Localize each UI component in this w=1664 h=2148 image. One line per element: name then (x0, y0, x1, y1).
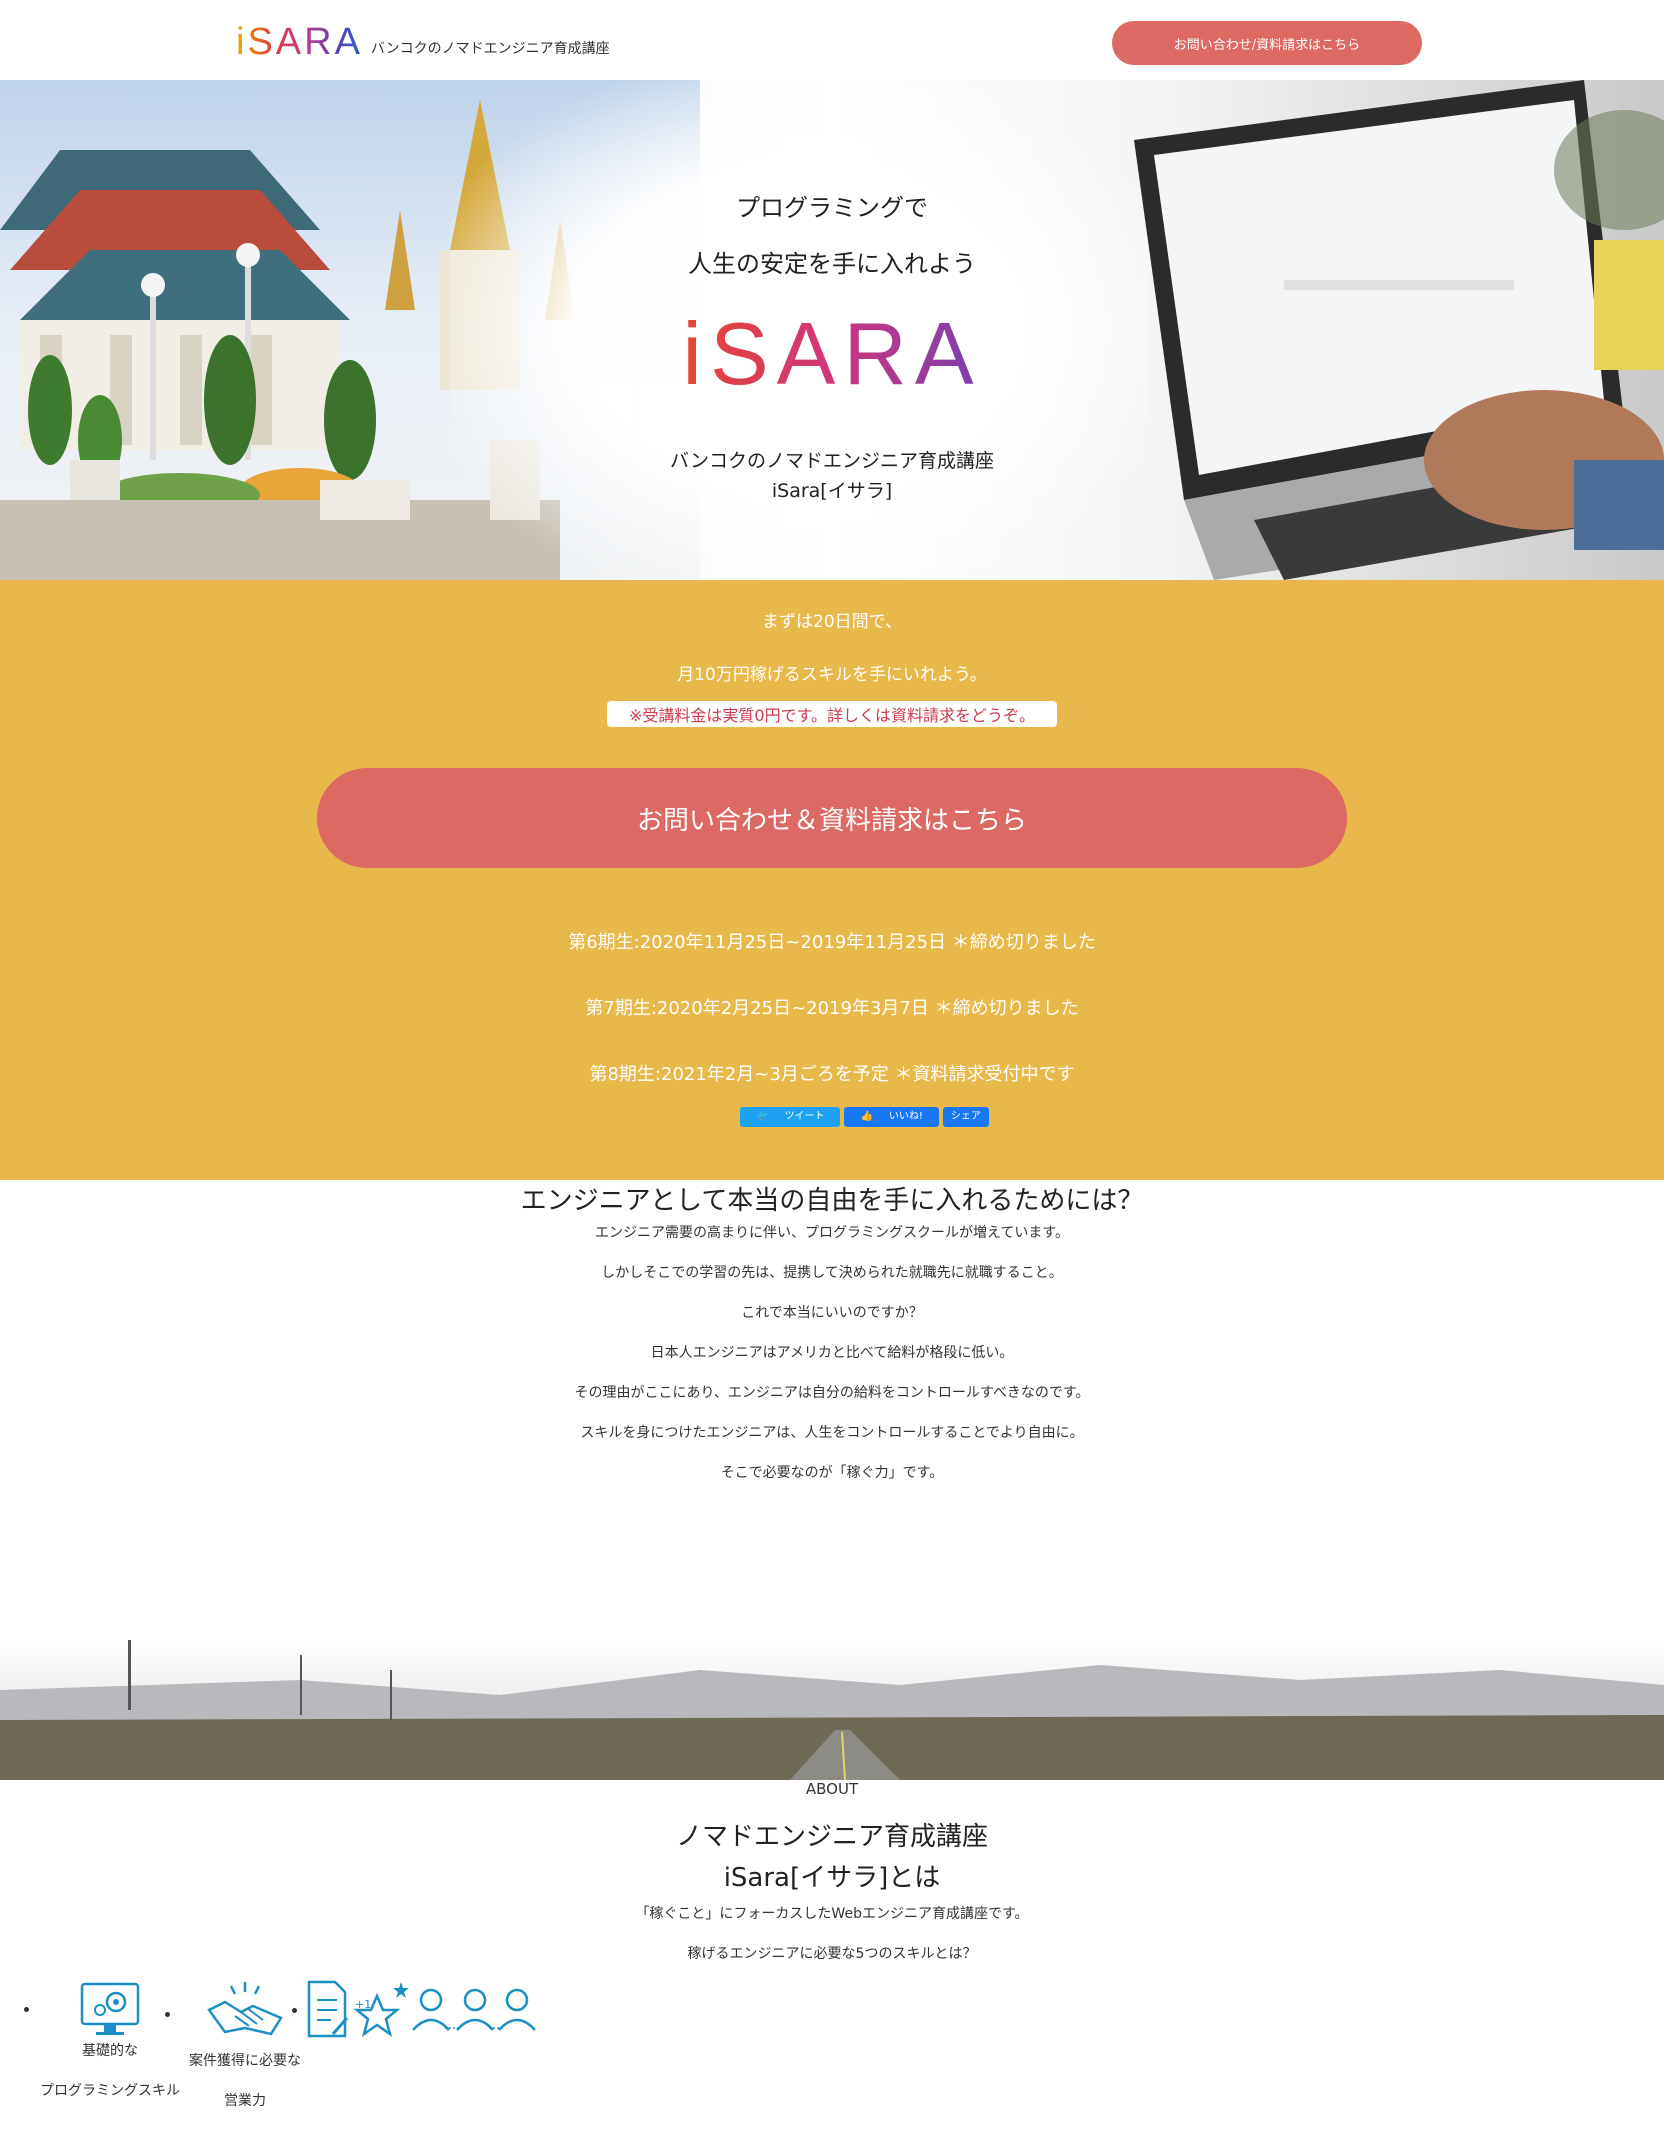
price-note-badge: ※受講料金は実質0円です。詳しくは資料請求をどうぞ。 (607, 701, 1057, 727)
site-header: iSARA バンコクのノマドエンジニア育成講座 お問い合わせ/資料請求はこちら (0, 0, 1664, 80)
handshake-icon (207, 1982, 283, 2036)
hero-copy: プログラミングで 人生の安定を手に入れよう iSARA バンコクのノマドエンジニ… (532, 180, 1132, 506)
freedom-paragraph: しかしそこでの学習の先は、提携して決められた就職先に就職すること。 (601, 1265, 1063, 1281)
skill-caption-line-2: プログラミングスキル (40, 2083, 180, 2099)
monitor-gear-icon (80, 1982, 140, 2035)
hero-heading-line-2: 人生の安定を手に入れよう (688, 250, 976, 278)
band-line-2: 月10万円稼げるスキルを手にいれよう。 (677, 665, 987, 685)
freedom-paragraph: スキルを身につけたエンジニアは、人生をコントロールすることでより自由に。 (580, 1425, 1084, 1441)
about-paragraph: 「稼ぐこと」にフォーカスしたWebエンジニア育成講座です。 (635, 1906, 1029, 1922)
hero-heading-line-1: プログラミングで (736, 194, 928, 222)
hero-section: プログラミングで 人生の安定を手に入れよう iSARA バンコクのノマドエンジニ… (0, 80, 1664, 580)
social-buttons: 🐦 ツイート 👍 いいね! シェア (740, 1107, 989, 1127)
cohort-8: 第8期生:2021年2月~3月ごろを予定 ＊資料請求受付中です (589, 1064, 1075, 1085)
freedom-paragraph: 日本人エンジニアはアメリカと比べて給料が格段に低い。 (650, 1345, 1014, 1361)
list-bullet (165, 2012, 170, 2017)
header-contact-button[interactable]: お問い合わせ/資料請求はこちら (1112, 21, 1422, 65)
hero-sub-line-1: バンコクのノマドエンジニア育成講座 (670, 450, 994, 472)
hero-logo: iSARA (532, 306, 1132, 402)
facebook-like-button[interactable]: 👍 いいね! (844, 1107, 939, 1127)
about-title-line-1: ノマドエンジニア育成講座 (675, 1822, 988, 1852)
landing-page: iSARA バンコクのノマドエンジニア育成講座 お問い合わせ/資料請求はこちら (0, 0, 1664, 2148)
skill-caption-line-2: 営業力 (224, 2093, 266, 2109)
hero-sub-line-2: iSara[イサラ] (771, 480, 893, 502)
freedom-paragraph: これで本当にいいのですか？ (741, 1305, 923, 1321)
freedom-paragraph: エンジニア需要の高まりに伴い、プログラミングスクールが増えています。 (595, 1225, 1069, 1241)
cohort-6: 第6期生:2020年11月25日~2019年11月25日 ＊締め切りました (568, 932, 1096, 953)
list-bullet (24, 2007, 29, 2012)
about-paragraph: 稼げるエンジニアに必要な5つのスキルとは？ (687, 1946, 977, 1962)
facebook-share-button[interactable]: シェア (942, 1107, 989, 1127)
skill-caption-line-1: 基礎的な (82, 2043, 138, 2059)
band-line-1: まずは20日間で、 (762, 612, 902, 632)
svg-text:+1: +1 (355, 1998, 371, 2011)
road-landscape-image (0, 1640, 1664, 1780)
about-label: ABOUT (805, 1780, 859, 1798)
main-contact-button[interactable]: お問い合わせ＆資料請求はこちら (317, 768, 1347, 868)
site-logo[interactable]: iSARA バンコクのノマドエンジニア育成講座 (236, 22, 610, 62)
about-title-line-2: iSara[イサラ]とは (723, 1863, 941, 1893)
tweet-button[interactable]: 🐦 ツイート (740, 1107, 841, 1127)
cohort-7: 第7期生:2020年2月25日~2019年3月7日 ＊締め切りました (585, 998, 1079, 1019)
list-bullet (292, 2008, 297, 2013)
freedom-paragraph: その理由がここにあり、エンジニアは自分の給料をコントロールすべきなのです。 (574, 1385, 1090, 1401)
logo-tagline: バンコクのノマドエンジニア育成講座 (370, 41, 610, 57)
document-star-people-icon: +1 (307, 1980, 536, 2038)
twitter-bird-icon: 🐦 (756, 1111, 769, 1122)
freedom-paragraph: そこで必要なのが「稼ぐ力」です。 (720, 1465, 944, 1481)
skill-caption-line-1: 案件獲得に必要な (189, 2053, 301, 2069)
logo-mark: iSARA (236, 21, 363, 63)
cta-band: まずは20日間で、 月10万円稼げるスキルを手にいれよう。 ※受講料金は実質0円… (0, 580, 1664, 1180)
freedom-title: エンジニアとして本当の自由を手に入れるためには？ (520, 1186, 1144, 1216)
thumbs-up-icon: 👍 (860, 1111, 873, 1122)
